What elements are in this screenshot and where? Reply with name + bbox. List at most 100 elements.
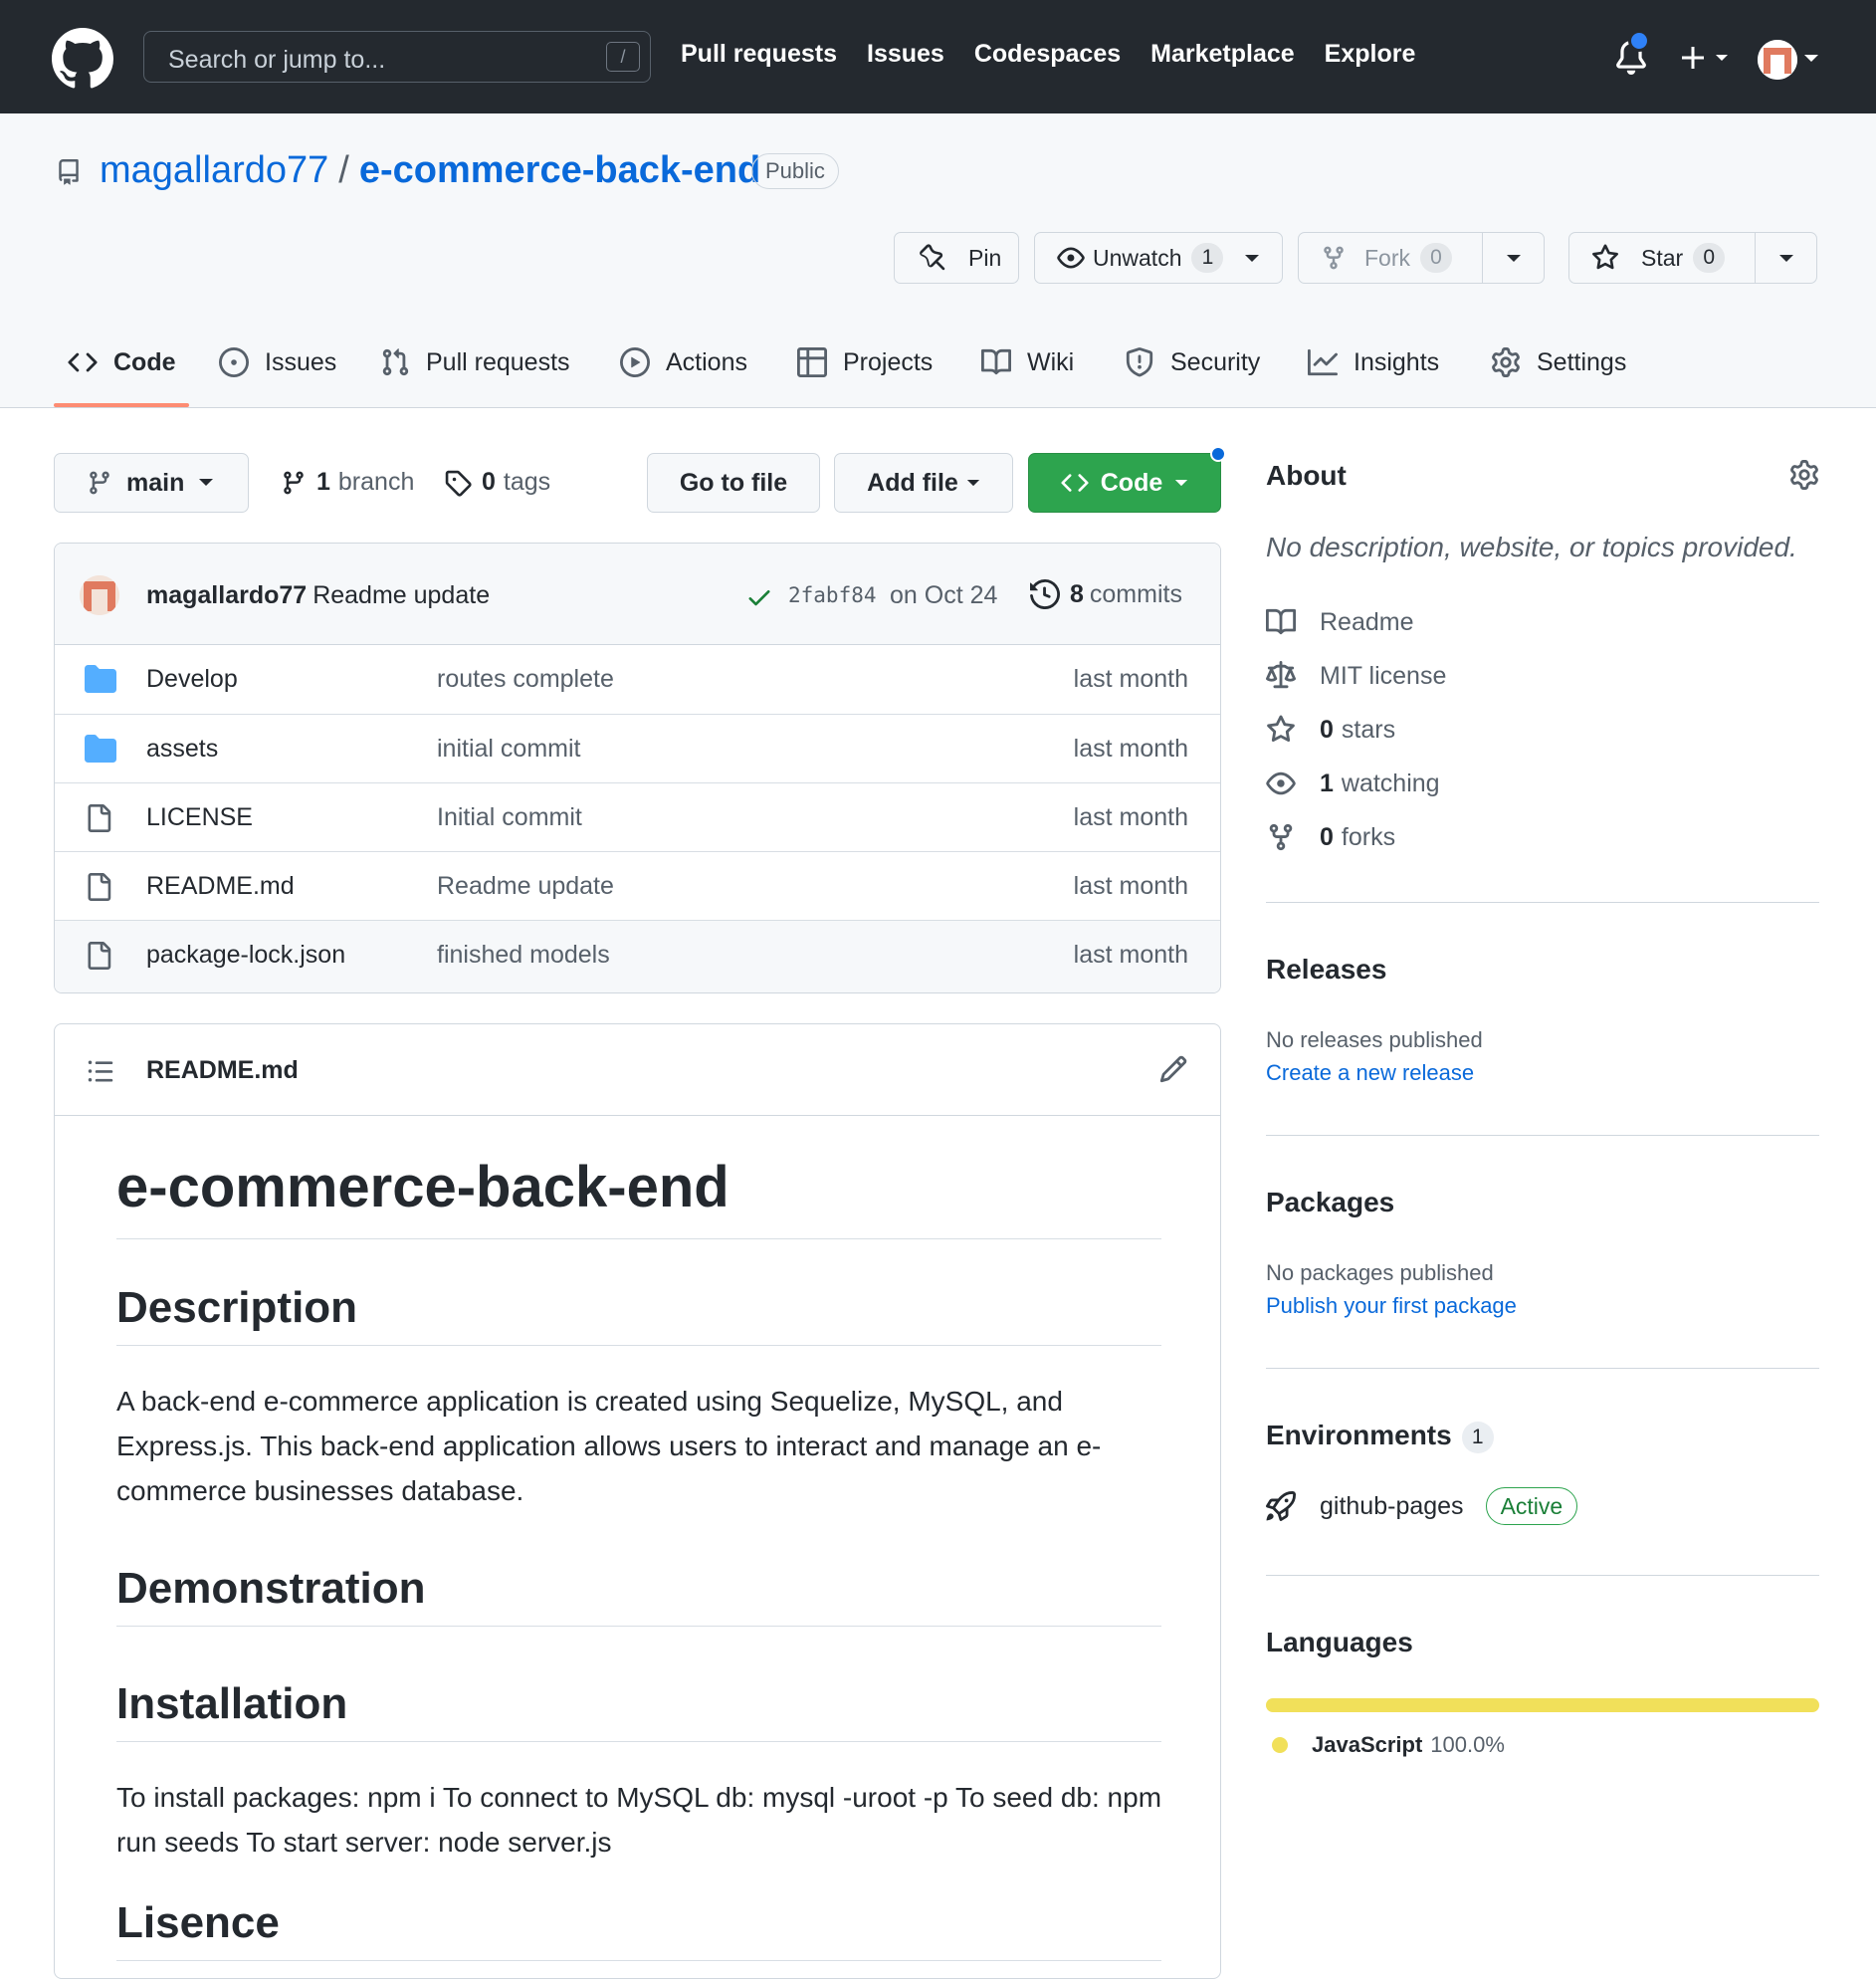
graph-icon <box>1308 348 1338 376</box>
file-name[interactable]: assets <box>146 735 218 764</box>
environments-title: Environments <box>1266 1420 1452 1450</box>
avatar-caret-icon[interactable] <box>1803 54 1819 64</box>
repo-title: magallardo77 / e-commerce-back-end <box>100 149 760 192</box>
tab-pull-requests[interactable]: Pull requests <box>380 330 570 394</box>
go-to-file-button[interactable]: Go to file <box>647 453 820 513</box>
file-row-develop[interactable]: Develop routes complete last month <box>55 645 1220 715</box>
languages-heading: Languages <box>1266 1627 1413 1657</box>
tab-wiki[interactable]: Wiki <box>981 330 1074 394</box>
branch-name: main <box>126 468 185 497</box>
forks-link[interactable]: 0 forks <box>1266 822 1395 852</box>
branch-selector[interactable]: main <box>54 453 249 513</box>
commit-author[interactable]: magallardo77 <box>146 581 307 609</box>
releases-heading[interactable]: Releases <box>1266 954 1386 986</box>
search-shortcut-key: / <box>606 42 640 72</box>
code-button-indicator <box>1210 446 1226 462</box>
commit-count: 8 <box>1070 579 1084 608</box>
code-icon <box>1061 474 1089 492</box>
sidebar-divider <box>1266 1368 1819 1369</box>
tab-wiki-label: Wiki <box>1027 347 1075 376</box>
latest-commit-bar: magallardo77 Readme update 2fabf84 on Oct… <box>55 544 1220 645</box>
packages-empty-text: No packages published <box>1266 1260 1494 1285</box>
language-item[interactable]: JavaScript 100.0% <box>1272 1732 1505 1758</box>
commits-history-link[interactable]: 8 commits <box>1030 579 1182 609</box>
tab-actions[interactable]: Actions <box>620 330 747 394</box>
license-link[interactable]: MIT license <box>1266 661 1446 691</box>
language-color-dot <box>1272 1737 1288 1753</box>
gear-icon[interactable] <box>1789 460 1819 490</box>
tab-security[interactable]: Security <box>1125 330 1260 394</box>
file-row-assets[interactable]: assets initial commit last month <box>55 715 1220 783</box>
file-name[interactable]: Develop <box>146 665 238 694</box>
tab-code[interactable]: Code <box>68 330 176 394</box>
commit-message-link[interactable]: Readme update <box>313 581 490 609</box>
history-icon <box>1030 579 1060 609</box>
repo-icon <box>59 159 79 185</box>
create-release-link[interactable]: Create a new release <box>1266 1060 1474 1086</box>
tab-insights[interactable]: Insights <box>1308 330 1439 394</box>
branch-icon <box>284 471 304 494</box>
search-input[interactable]: Search or jump to... / <box>143 31 651 83</box>
nav-issues[interactable]: Issues <box>867 40 944 69</box>
search-placeholder: Search or jump to... <box>168 46 386 74</box>
readme-panel: README.md e-commerce-back-end Descriptio… <box>54 1023 1221 1979</box>
tab-projects[interactable]: Projects <box>797 330 933 394</box>
publish-package-link[interactable]: Publish your first package <box>1266 1293 1517 1319</box>
environments-heading[interactable]: Environments 1 <box>1266 1420 1494 1453</box>
list-unordered-icon[interactable] <box>87 1057 114 1085</box>
packages-heading[interactable]: Packages <box>1266 1187 1394 1218</box>
watching-label: watching <box>1341 769 1440 797</box>
github-logo-icon[interactable] <box>52 28 113 90</box>
license-link-label: MIT license <box>1320 661 1447 690</box>
tag-label: tags <box>503 468 551 496</box>
file-name[interactable]: package-lock.json <box>146 941 345 970</box>
code-button[interactable]: Code <box>1028 453 1221 513</box>
tab-issues[interactable]: Issues <box>219 330 336 394</box>
readme-filename[interactable]: README.md <box>146 1056 299 1085</box>
file-name[interactable]: README.md <box>146 872 295 901</box>
folder-icon <box>85 665 116 693</box>
file-commit-message[interactable]: routes complete <box>437 665 614 694</box>
active-tab-indicator <box>54 403 189 407</box>
watching-link[interactable]: 1 watching <box>1266 769 1440 798</box>
tags-link[interactable]: 0 tags <box>444 468 550 497</box>
environment-item[interactable]: github-pages Active <box>1266 1487 1578 1525</box>
commit-summary: magallardo77 Readme update <box>146 581 490 610</box>
stars-link[interactable]: 0 stars <box>1266 715 1395 745</box>
nav-explore[interactable]: Explore <box>1325 40 1416 69</box>
gear-icon <box>1492 347 1520 377</box>
file-row-license[interactable]: LICENSE Initial commit last month <box>55 783 1220 852</box>
watching-count: 1 <box>1320 769 1334 797</box>
issue-icon <box>219 347 249 377</box>
readme-installation-text: To install packages: npm i To connect to… <box>116 1782 1162 1858</box>
nav-codespaces[interactable]: Codespaces <box>974 40 1121 69</box>
pull-request-icon <box>382 348 409 376</box>
tab-settings[interactable]: Settings <box>1491 330 1626 394</box>
branches-link[interactable]: 1 branch <box>281 468 414 497</box>
file-row-readme[interactable]: README.md Readme update last month <box>55 852 1220 921</box>
nav-marketplace[interactable]: Marketplace <box>1150 40 1295 69</box>
commit-sha-link[interactable]: 2fabf84 <box>788 583 877 607</box>
book-icon <box>981 348 1011 375</box>
repo-owner-link[interactable]: magallardo77 <box>100 149 328 192</box>
user-avatar[interactable] <box>1758 40 1797 80</box>
about-description: No description, website, or topics provi… <box>1266 532 1797 562</box>
tag-count: 0 <box>482 468 496 496</box>
file-row-package-lock[interactable]: package-lock.json finished models last m… <box>55 921 1220 992</box>
tab-settings-label: Settings <box>1537 347 1627 376</box>
file-commit-message[interactable]: Readme update <box>437 872 614 901</box>
check-icon[interactable] <box>745 583 773 611</box>
nav-pull-requests[interactable]: Pull requests <box>681 40 837 69</box>
file-commit-message[interactable]: Initial commit <box>437 803 582 832</box>
environments-count: 1 <box>1461 1421 1494 1453</box>
create-new-icon[interactable] <box>1680 44 1738 72</box>
law-icon <box>1266 661 1296 689</box>
file-name[interactable]: LICENSE <box>146 803 253 832</box>
file-commit-message[interactable]: finished models <box>437 941 610 970</box>
pencil-icon[interactable] <box>1158 1054 1188 1084</box>
commit-author-avatar[interactable] <box>80 575 119 615</box>
readme-link[interactable]: Readme <box>1266 607 1414 637</box>
file-commit-message[interactable]: initial commit <box>437 735 580 764</box>
repo-name-link[interactable]: e-commerce-back-end <box>359 149 760 192</box>
add-file-button[interactable]: Add file <box>834 453 1013 513</box>
